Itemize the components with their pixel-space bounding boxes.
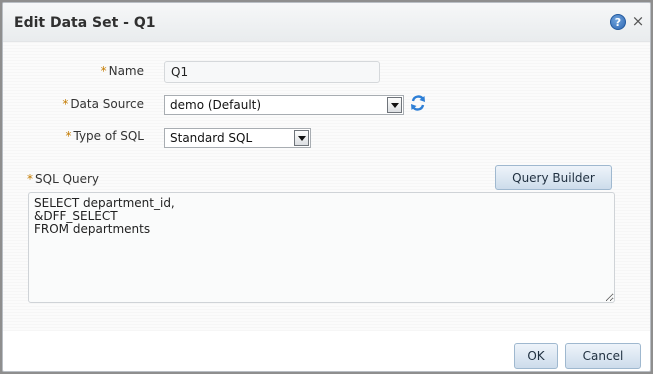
sql-query-label: * SQL Query [27,172,100,186]
data-source-label: * Data Source [62,97,144,111]
sql-type-value: Standard SQL [170,131,253,145]
data-source-select[interactable]: demo (Default) [164,95,404,115]
name-input[interactable] [164,61,380,83]
required-marker: * [100,64,107,78]
cancel-button[interactable]: Cancel [565,343,641,369]
close-icon[interactable]: × [631,13,645,29]
required-marker: * [27,172,33,186]
sql-type-label: * Type of SQL [65,129,144,143]
dialog-body: *Name *Data Source demo (Default) *Type … [3,42,650,369]
sql-type-select[interactable]: Standard SQL [164,128,311,148]
chevron-down-icon[interactable] [387,97,402,113]
edit-data-set-dialog: Edit Data Set - Q1 ? × *Name *Data Sourc… [2,2,651,372]
dialog-header[interactable]: Edit Data Set - Q1 ? × [3,3,650,42]
chevron-down-icon[interactable] [294,130,309,146]
data-source-value: demo (Default) [170,98,262,112]
ok-button[interactable]: OK [514,343,558,369]
sql-query-textarea[interactable]: SELECT department_id, &DFF_SELECT FROM d… [28,192,615,303]
help-icon[interactable]: ? [610,14,626,30]
refresh-icon[interactable] [409,94,427,112]
required-marker: * [65,129,72,143]
required-marker: * [62,97,69,111]
query-builder-button[interactable]: Query Builder [495,165,612,190]
dialog-title: Edit Data Set - Q1 [14,15,156,31]
name-label: * Name [100,64,144,78]
